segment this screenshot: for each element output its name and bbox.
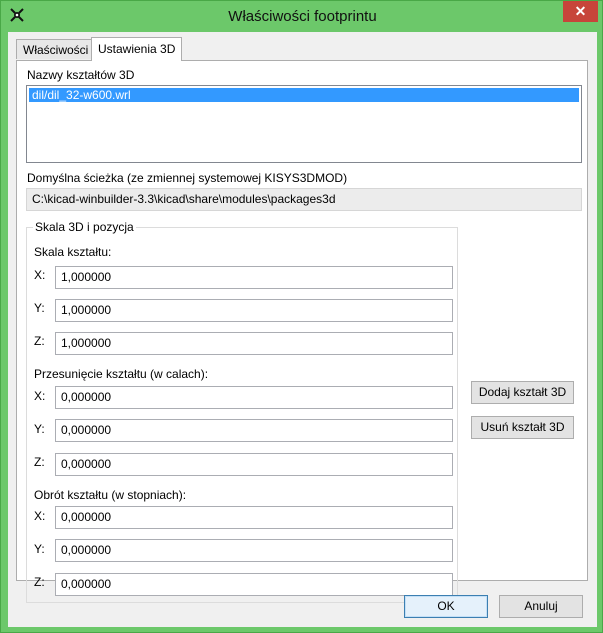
scale-x-label: X: [34,268,46,282]
window-title: Właściwości footprintu [228,8,377,25]
add-3d-shape-button[interactable]: Dodaj kształt 3D [471,381,574,404]
rotation-x-label: X: [34,509,46,523]
offset-x-label: X: [34,389,46,403]
rotation-y-label: Y: [34,542,45,556]
default-path-field[interactable]: C:\kicad-winbuilder-3.3\kicad\share\modu… [26,188,582,211]
ok-button[interactable]: OK [404,595,488,618]
tab-label: Ustawienia 3D [98,42,176,56]
tab-label: Właściwości [23,43,89,57]
offset-z-label: Z: [34,455,45,469]
dialog-client-area: Właściwości Ustawienia 3D Nazwy kształtó… [8,32,597,627]
dialog-window: Właściwości footprintu ✕ Właściwości Ust… [0,0,603,633]
offset-section-label: Przesunięcie kształtu (w calach): [34,367,209,381]
close-button[interactable]: ✕ [563,1,598,22]
rotation-z-input[interactable]: 0,000000 [55,573,453,596]
scale-z-input[interactable]: 1,000000 [55,332,453,355]
rotation-y-input[interactable]: 0,000000 [55,539,453,562]
tab-panel-3d-settings: Nazwy kształtów 3D dil/dil_32-w600.wrl D… [16,60,588,603]
shapes-list-label: Nazwy kształtów 3D [27,68,135,82]
group-legend: Skala 3D i pozycja [33,220,136,234]
offset-x-input[interactable]: 0,000000 [55,386,453,409]
scale-y-label: Y: [34,301,45,315]
offset-y-label: Y: [34,422,45,436]
rotation-x-input[interactable]: 0,000000 [55,506,453,529]
tab-3d-settings[interactable]: Ustawienia 3D [91,37,183,61]
shapes-listbox[interactable]: dil/dil_32-w600.wrl [26,85,582,163]
scale-z-label: Z: [34,334,45,348]
scale-section-label: Skala kształtu: [34,245,112,259]
tab-properties[interactable]: Właściwości [16,39,96,59]
list-item[interactable]: dil/dil_32-w600.wrl [29,88,579,102]
scale-y-input[interactable]: 1,000000 [55,299,453,322]
default-path-label: Domyślna ścieżka (ze zmiennej systemowej… [27,171,348,185]
cancel-button[interactable]: Anuluj [499,595,583,618]
remove-3d-shape-button[interactable]: Usuń kształt 3D [471,416,574,439]
scale-position-group: Skala 3D i pozycja Skala kształtu: X: 1,… [26,220,458,603]
offset-y-input[interactable]: 0,000000 [55,419,453,442]
scale-x-input[interactable]: 1,000000 [55,266,453,289]
title-bar[interactable]: Właściwości footprintu ✕ [1,1,603,31]
offset-z-input[interactable]: 0,000000 [55,453,453,476]
close-icon: ✕ [574,3,587,19]
rotation-section-label: Obrót kształtu (w stopniach): [34,488,187,502]
rotation-z-label: Z: [34,575,45,589]
